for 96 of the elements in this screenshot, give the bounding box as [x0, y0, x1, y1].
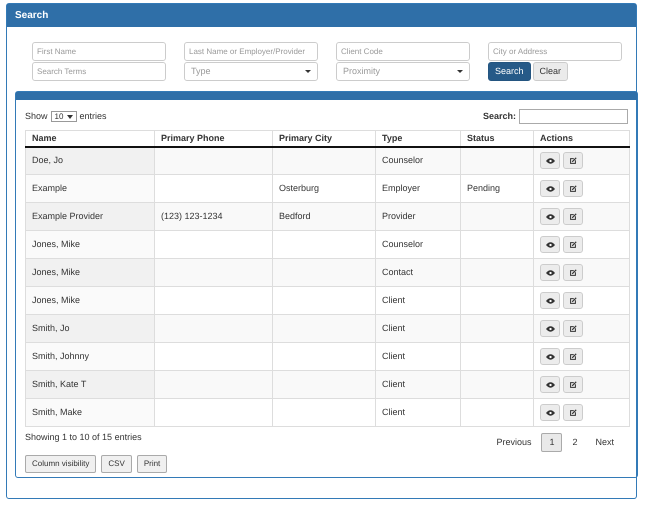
input-field[interactable]: City or Address	[488, 42, 622, 61]
table-cell: Doe, Jo	[32, 155, 64, 165]
view-button[interactable]	[540, 320, 560, 337]
page-link[interactable]: Next	[587, 433, 622, 452]
input-field[interactable]: Search Terms	[32, 62, 166, 81]
select-placeholder: Type	[191, 64, 211, 78]
table-cell: Example Provider	[32, 210, 104, 221]
input-field[interactable]: Client Code	[336, 42, 470, 61]
eye-icon	[546, 354, 554, 360]
table-cell: Pending	[467, 182, 500, 193]
edit-button[interactable]	[563, 208, 583, 225]
export-button[interactable]: Column visibility	[25, 454, 96, 472]
table-cell: Smith, Make	[32, 406, 82, 417]
table-cell: Client	[382, 406, 406, 417]
table-cell: Client	[382, 350, 406, 361]
view-button[interactable]	[540, 376, 560, 393]
entries-select[interactable]: 10	[50, 111, 77, 122]
panel-title: Search	[15, 9, 48, 23]
view-button[interactable]	[540, 348, 560, 365]
show-label: Show	[25, 110, 48, 123]
table-cell: Client	[382, 294, 406, 305]
table-cell: Counselor	[382, 155, 424, 165]
column-header[interactable]: Primary City	[272, 130, 376, 146]
view-button[interactable]	[540, 292, 560, 309]
view-button[interactable]	[540, 152, 560, 170]
table-cell: (123) 123-1234	[161, 210, 223, 221]
entries-info: Showing 1 to 10 of 15 entries	[25, 431, 143, 444]
edit-icon	[569, 408, 577, 416]
edit-icon	[569, 352, 577, 360]
eye-icon	[546, 158, 554, 164]
entries-label: entries	[80, 110, 107, 123]
table-cell: Example	[32, 182, 68, 193]
table-cell: Client	[382, 322, 406, 333]
input-field[interactable]: First Name	[32, 42, 166, 61]
input-field[interactable]: Last Name or Employer/Provider	[184, 42, 318, 61]
export-button[interactable]: Print	[136, 454, 168, 472]
edit-icon	[569, 240, 577, 248]
eye-icon	[546, 410, 554, 416]
search-button[interactable]: Search	[488, 62, 531, 81]
column-header[interactable]: Primary Phone	[154, 130, 272, 146]
edit-icon	[569, 380, 577, 388]
edit-button[interactable]	[563, 236, 583, 253]
caret-icon	[457, 70, 463, 73]
eye-icon	[546, 214, 554, 220]
view-button[interactable]	[540, 404, 560, 421]
edit-icon	[569, 156, 577, 165]
edit-button[interactable]	[563, 152, 583, 170]
search-label: Search:	[482, 110, 516, 123]
table-cell: Counselor	[382, 238, 424, 249]
edit-button[interactable]	[563, 264, 583, 281]
table-cell: Jones, Mike	[32, 238, 80, 249]
view-button[interactable]	[540, 180, 560, 197]
export-button[interactable]: CSV	[101, 454, 132, 472]
column-header[interactable]: Actions	[534, 130, 630, 146]
column-header[interactable]: Name	[26, 130, 154, 146]
edit-icon	[569, 268, 577, 276]
caret-icon	[305, 70, 311, 73]
edit-button[interactable]	[563, 376, 583, 393]
search-field[interactable]	[519, 109, 628, 124]
caret-icon	[66, 114, 73, 118]
table-cell: Jones, Mike	[32, 266, 80, 277]
eye-icon	[546, 186, 554, 192]
table-cell: Client	[382, 378, 406, 389]
page-link[interactable]: 2	[564, 433, 586, 452]
page-link[interactable]: 1	[541, 433, 562, 452]
eye-icon	[546, 382, 554, 388]
table-cell: Contact	[382, 266, 414, 277]
view-button[interactable]	[540, 208, 560, 225]
edit-button[interactable]	[563, 404, 583, 421]
table-cell: Provider	[382, 210, 416, 221]
edit-icon	[569, 212, 577, 220]
view-button[interactable]	[540, 236, 560, 253]
table-cell: Smith, Kate T	[32, 378, 86, 389]
edit-icon	[569, 184, 577, 192]
edit-button[interactable]	[563, 348, 583, 365]
column-header[interactable]: Type	[376, 130, 460, 146]
edit-button[interactable]	[563, 180, 583, 197]
table-cell: Osterburg	[279, 182, 320, 193]
table-cell: Smith, Jo	[32, 322, 70, 333]
table-cell: Jones, Mike	[32, 294, 80, 305]
eye-icon	[546, 298, 554, 304]
clear-button[interactable]: Clear	[532, 62, 568, 81]
table-cell: Smith, Johnny	[32, 350, 90, 361]
view-button[interactable]	[540, 264, 560, 281]
eye-icon	[546, 270, 554, 276]
table-cell: Bedford	[279, 210, 311, 221]
edit-icon	[569, 296, 577, 304]
edit-button[interactable]	[563, 292, 583, 309]
column-header[interactable]: Status	[460, 130, 534, 146]
select-placeholder: Proximity	[343, 64, 380, 78]
eye-icon	[546, 242, 554, 248]
eye-icon	[546, 326, 554, 332]
edit-icon	[569, 324, 577, 332]
page-link[interactable]: Previous	[488, 433, 540, 452]
edit-button[interactable]	[563, 320, 583, 337]
table-cell: Employer	[382, 182, 420, 193]
